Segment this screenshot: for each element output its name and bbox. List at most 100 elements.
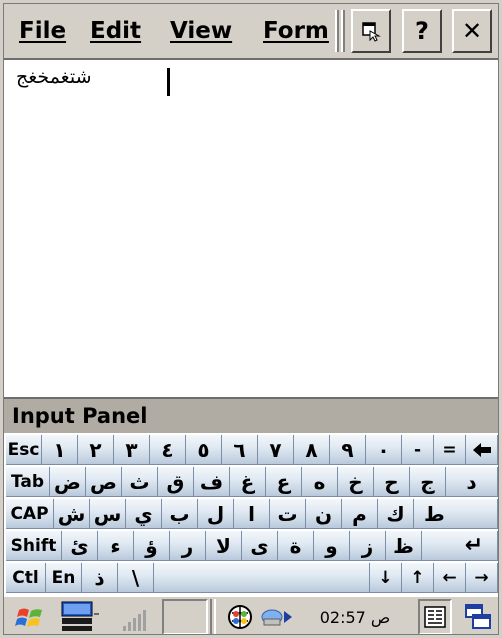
key-hamza[interactable]: ء — [98, 531, 134, 561]
key-digit-1[interactable]: ١ — [42, 435, 78, 465]
key-backslash[interactable]: \ — [118, 563, 154, 593]
key-sheen[interactable]: ش — [54, 499, 90, 529]
keyboard-row-2: Tab ض ص ث ق ف غ ع ه خ ح ج د — [4, 467, 498, 499]
key-waw-hamza[interactable]: ؤ — [134, 531, 170, 561]
menu-bar: File Edit View Form ? ✕ — [4, 4, 498, 60]
key-hah[interactable]: ح — [374, 467, 410, 497]
tray-separator — [210, 599, 216, 634]
key-digit-6[interactable]: ٦ — [222, 435, 258, 465]
key-digit-0[interactable]: ٠ — [366, 435, 402, 465]
key-esc[interactable]: Esc — [6, 435, 42, 465]
key-beh[interactable]: ب — [162, 499, 198, 529]
switch-windows-button[interactable] — [460, 599, 496, 634]
key-digit-9[interactable]: ٩ — [330, 435, 366, 465]
key-teh-marbuta[interactable]: ة — [278, 531, 314, 561]
key-digit-7[interactable]: ٧ — [258, 435, 294, 465]
key-digit-3[interactable]: ٣ — [114, 435, 150, 465]
key-ctrl[interactable]: Ctl — [6, 563, 46, 593]
text-caret — [167, 68, 170, 96]
key-arrow-up[interactable]: ↑ — [402, 563, 434, 593]
key-kaf[interactable]: ك — [378, 499, 414, 529]
key-arrow-down[interactable]: ↓ — [370, 563, 402, 593]
key-lang-en[interactable]: En — [46, 563, 82, 593]
windows-flag-icon — [15, 608, 42, 627]
key-khah[interactable]: خ — [338, 467, 374, 497]
text-editor[interactable]: شتغمخغج — [4, 60, 498, 397]
key-digit-8[interactable]: ٨ — [294, 435, 330, 465]
key-teh[interactable]: ت — [270, 499, 306, 529]
key-waw[interactable]: و — [314, 531, 350, 561]
key-digit-5[interactable]: ٥ — [186, 435, 222, 465]
taskbar: 02:57 ص — [4, 595, 498, 634]
help-button[interactable]: ? — [402, 9, 442, 53]
keyboard-layout-icon — [424, 606, 446, 628]
key-heh[interactable]: ه — [302, 467, 338, 497]
key-tab[interactable]: Tab — [6, 467, 50, 497]
empty-tray-slot — [162, 599, 208, 634]
start-button[interactable] — [10, 599, 52, 634]
menu-format[interactable]: Form — [263, 18, 329, 44]
key-lam[interactable]: ل — [198, 499, 234, 529]
key-zah[interactable]: ظ — [386, 531, 422, 561]
key-dad[interactable]: ض — [50, 467, 86, 497]
key-digit-2[interactable]: ٢ — [78, 435, 114, 465]
menu-file[interactable]: File — [19, 18, 66, 44]
clock[interactable]: 02:57 ص — [302, 599, 408, 634]
sync-arrow-icon — [261, 609, 292, 626]
menu-view[interactable]: View — [170, 18, 232, 44]
key-alef[interactable]: ا — [234, 499, 270, 529]
keyboard-sip-icon — [61, 601, 99, 631]
key-dal[interactable]: د — [446, 467, 498, 497]
input-method-button[interactable] — [418, 599, 452, 634]
key-ghain[interactable]: غ — [230, 467, 266, 497]
windows-stack-icon — [465, 604, 491, 629]
key-seen[interactable]: س — [90, 499, 126, 529]
key-qaf[interactable]: ق — [158, 467, 194, 497]
key-equals[interactable]: = — [434, 435, 466, 465]
key-digit-4[interactable]: ٤ — [150, 435, 186, 465]
key-caps-lock[interactable]: CAP — [6, 499, 54, 529]
key-ain[interactable]: ع — [266, 467, 302, 497]
menu-separator — [335, 10, 339, 52]
key-alef-maksura[interactable]: ى — [242, 531, 278, 561]
key-meem[interactable]: م — [342, 499, 378, 529]
app-window: File Edit View Form ? ✕ شتغمخغج Input Pa… — [3, 3, 499, 635]
key-enter[interactable]: ↵ — [422, 531, 498, 561]
key-jeem[interactable]: ج — [410, 467, 446, 497]
key-space[interactable] — [154, 563, 370, 593]
key-shift[interactable]: Shift — [6, 531, 62, 561]
clock-time: 02:57 ص — [319, 607, 391, 627]
properties-button[interactable] — [351, 9, 391, 53]
key-arrow-left[interactable]: ← — [434, 563, 466, 593]
keyboard-toggle-button[interactable] — [56, 599, 104, 634]
menu-edit[interactable]: Edit — [90, 18, 141, 44]
key-tah[interactable]: ط — [414, 499, 498, 529]
key-yeh-hamza[interactable]: ئ — [62, 531, 98, 561]
key-zain[interactable]: ز — [350, 531, 386, 561]
key-feh[interactable]: ف — [194, 467, 230, 497]
keyboard-row-5: Ctl En ذ \ ↓ ↑ ← → — [4, 563, 498, 595]
input-panel-titlebar: Input Panel — [4, 397, 498, 433]
key-noon[interactable]: ن — [306, 499, 342, 529]
signal-strength — [108, 599, 158, 634]
key-reh[interactable]: ر — [170, 531, 206, 561]
key-arrow-right[interactable]: → — [466, 563, 498, 593]
keyboard-row-1: Esc ١ ٢ ٣ ٤ ٥ ٦ ٧ ٨ ٩ ٠ - = — [4, 435, 498, 467]
globe-icon — [228, 605, 252, 629]
key-sad[interactable]: ص — [86, 467, 122, 497]
key-thal[interactable]: ذ — [82, 563, 118, 593]
menu-separator — [341, 10, 345, 52]
key-theh[interactable]: ث — [122, 467, 158, 497]
network-status-button[interactable] — [224, 599, 256, 634]
key-minus[interactable]: - — [402, 435, 434, 465]
key-lam-alef[interactable]: لا — [206, 531, 242, 561]
input-panel-title: Input Panel — [12, 404, 148, 428]
soft-keyboard: Esc ١ ٢ ٣ ٤ ٥ ٦ ٧ ٨ ٩ ٠ - = Tab ض ص ث ق … — [4, 433, 498, 595]
key-backspace[interactable] — [466, 435, 498, 465]
sync-status-button[interactable] — [258, 599, 302, 634]
editor-text: شتغمخغج — [16, 66, 92, 88]
keyboard-row-4: Shift ئ ء ؤ ر لا ى ة و ز ظ ↵ — [4, 531, 498, 563]
properties-icon — [362, 22, 381, 42]
close-button[interactable]: ✕ — [452, 9, 492, 53]
key-yeh[interactable]: ي — [126, 499, 162, 529]
